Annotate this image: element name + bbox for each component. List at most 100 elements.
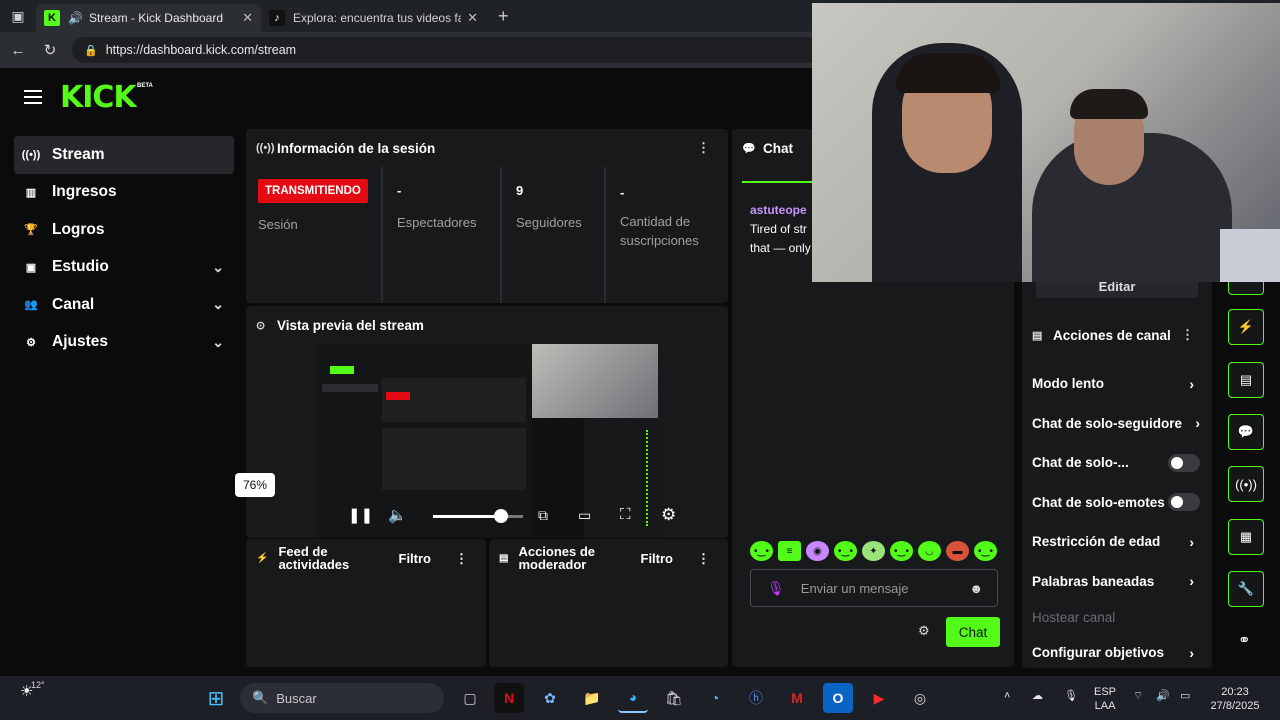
video-controls: ❚❚ 🔈 ⧉ ▭ ⛶ ⚙ [316,502,728,532]
tiktok-favicon-icon: ♪ [269,10,285,26]
volume-icon[interactable]: 🔈 [388,506,407,524]
wifi-icon[interactable]: ⌔ [1133,689,1143,703]
speaker-icon[interactable]: 🔊 [1156,689,1170,703]
session-info-panel: ((•)) Información de la sesión ⋮ TRANSMI… [246,129,728,303]
tab-tiktok[interactable]: ♪ Explora: encuentra tus videos fav ✕ [261,4,486,32]
microphone-tray-icon[interactable]: 🎙 [1064,689,1078,703]
kick-logo[interactable]: KICK [60,80,137,115]
tab-kick-dashboard[interactable]: K 🔊 Stream - Kick Dashboard ✕ [36,4,261,32]
chat-bubble-icon[interactable]: 💬 [1228,414,1264,450]
sidebar-item-ajustes[interactable]: ⚙ Ajustes ⌄ [14,324,234,362]
emote-bar: •‿• ≡ ◉ •‿• ✦ •‿• ◡ ▬ •‿• [750,541,997,561]
sidebar-item-stream[interactable]: ((•)) Stream [14,136,234,174]
hamburger-menu-icon[interactable] [24,90,42,108]
chat-message-text: Tired of str [750,222,807,236]
session-info-header: ((•)) Información de la sesión ⋮ [246,129,728,167]
edge-browser-icon[interactable]: ◕ [618,683,648,713]
share-icon[interactable]: ⚭ [1238,631,1251,649]
broadcast-icon[interactable]: ((•)) [1228,466,1264,502]
action-label: Hostear canal [1032,609,1116,625]
chevron-down-icon[interactable]: ⌄ [212,334,224,351]
hp-icon[interactable]: ⓗ [741,683,771,713]
stat-label: Seguidores [516,215,582,230]
youtube-icon[interactable]: ▶ [864,683,894,713]
age-restriction-action[interactable]: Restricción de edad › [1022,522,1212,562]
configure-goals-action[interactable]: Configurar objetivos › [1022,633,1212,673]
emote-icon[interactable]: ◡ [918,541,941,561]
sidebar-item-ingresos[interactable]: ▥ Ingresos [14,174,234,212]
wrench-icon[interactable]: 🔧 [1228,571,1264,607]
language-indicator[interactable]: ESP LAA [1094,685,1116,713]
emote-icon[interactable]: ▬ [946,541,969,561]
windows-start-icon[interactable]: ⊞ [201,683,231,713]
emote-icon[interactable]: ◉ [806,541,829,561]
file-explorer-icon[interactable]: 📁 [577,683,607,713]
clock[interactable]: 20:23 27/8/2025 [1206,685,1264,713]
theater-mode-icon[interactable]: ▭ [578,507,591,524]
show-hidden-icons-icon[interactable]: ˄ [1004,689,1010,703]
chevron-right-icon: › [1189,375,1194,392]
outlook-icon[interactable]: O [823,683,853,713]
mcafee-icon[interactable]: M [782,683,812,713]
emote-icon[interactable]: ≡ [778,541,801,561]
close-tab-icon[interactable]: ✕ [242,10,253,26]
copilot-icon[interactable]: ✿ [535,683,565,713]
lightning-icon[interactable]: ⚡ [1228,309,1264,345]
onedrive-icon[interactable]: ☁ [1032,689,1043,703]
settings-gear-icon[interactable]: ⚙ [661,505,676,525]
reload-icon[interactable]: ↻ [34,41,66,59]
sidebar-item-label: Estudio [52,258,109,276]
chat-message-input[interactable]: 🎙 Enviar un mensaje ☻ [750,569,998,607]
task-view-icon[interactable]: ▢ [455,683,485,713]
tab-actions-icon[interactable]: ▣ [0,0,36,32]
netflix-icon[interactable]: N [494,683,524,713]
site-info-icon[interactable]: 🔒 [84,44,98,57]
slow-mode-action[interactable]: Modo lento › [1022,364,1212,404]
url-field[interactable]: 🔒 https://dashboard.kick.com/stream [72,37,832,63]
emotes-only-toggle[interactable] [1168,493,1200,512]
emote-icon[interactable]: •‿• [750,541,773,561]
battery-icon[interactable]: ▭ [1180,689,1190,703]
kebab-menu-icon[interactable]: ⋮ [1181,327,1194,343]
weather-app-icon[interactable]: ◔ [700,683,730,713]
time-text: 20:23 [1221,686,1249,698]
chevron-down-icon[interactable]: ⌄ [212,296,224,313]
store-icon[interactable]: 🛍 [659,683,689,713]
emoji-picker-icon[interactable]: ☻ [969,581,983,596]
subscribers-only-toggle[interactable] [1168,453,1200,472]
pause-icon[interactable]: ❚❚ [348,506,373,524]
kick-favicon-icon: K [44,10,60,26]
new-tab-button[interactable]: + [498,6,509,27]
banned-words-action[interactable]: Palabras baneadas › [1022,562,1212,602]
back-arrow-icon[interactable]: ← [2,42,34,59]
kebab-menu-icon[interactable]: ⋮ [455,552,468,565]
kebab-menu-icon[interactable]: ⋮ [697,552,710,565]
volume-slider-handle[interactable] [494,509,508,523]
emote-icon[interactable]: •‿• [890,541,913,561]
taskbar-search-box[interactable]: 🔍 Buscar [240,683,444,713]
sidebar-item-canal[interactable]: 👥 Canal ⌄ [14,286,234,324]
fullscreen-icon[interactable]: ⛶ [620,506,631,523]
chat-send-button[interactable]: Chat [946,617,1000,647]
followers-stat: 9 Seguidores [502,167,606,303]
chat-settings-gear-icon[interactable]: ⚙ [918,623,930,639]
sidebar-item-logros[interactable]: 🏆 Logros [14,211,234,249]
filter-button[interactable]: Filtro [399,552,432,565]
chevron-down-icon[interactable]: ⌄ [212,259,224,276]
volume-slider-fill[interactable] [433,515,500,518]
microphone-icon[interactable]: 🎙 [767,580,785,597]
sidebar-item-estudio[interactable]: ▣ Estudio ⌄ [14,249,234,287]
audio-playing-icon[interactable]: 🔊 [68,11,83,25]
followers-only-action[interactable]: Chat de solo-seguidore › [1022,404,1212,444]
emote-icon[interactable]: •‿• [974,541,997,561]
document-icon[interactable]: ▤ [1228,362,1264,398]
kebab-menu-icon[interactable]: ⋮ [697,140,710,156]
close-tab-icon[interactable]: ✕ [467,10,478,26]
layout-icon[interactable]: ▦ [1228,519,1264,555]
picture-in-picture-icon[interactable]: ⧉ [538,507,548,524]
filter-button[interactable]: Filtro [641,552,674,565]
emote-icon[interactable]: •‿• [834,541,857,561]
emote-icon[interactable]: ✦ [862,541,885,561]
chat-username[interactable]: astuteope [750,201,812,220]
obs-icon[interactable]: ◎ [905,683,935,713]
